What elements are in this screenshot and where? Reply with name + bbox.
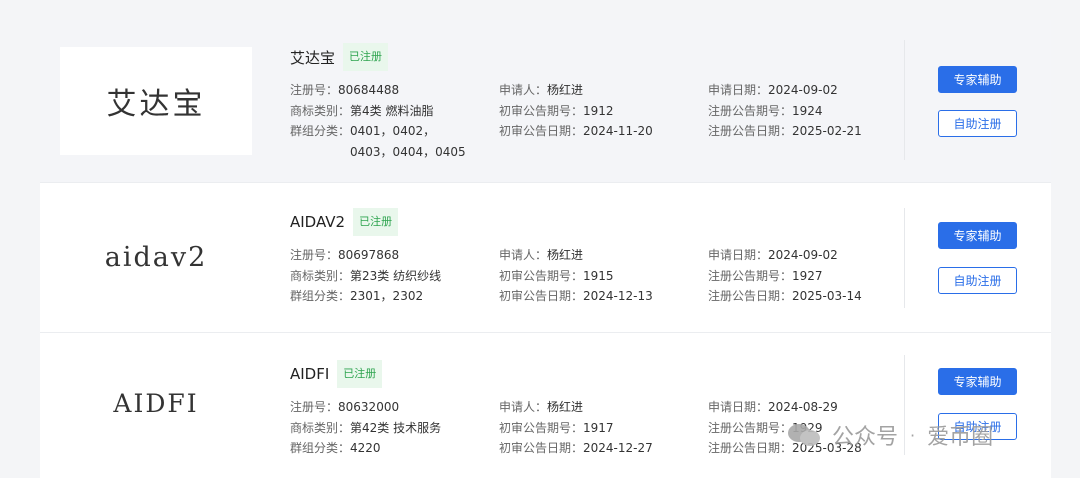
- reg-no-field: 注册号：80684488: [290, 83, 400, 97]
- group-field: 群组分类： 4220: [290, 441, 381, 456]
- apply-date-field: 申请日期：2024-08-29: [708, 400, 838, 414]
- applicant-field: 申请人：杨红进: [499, 83, 584, 97]
- trademark-name[interactable]: AIDFI: [290, 365, 329, 383]
- class-field: 商标类别：第42类 技术服务: [290, 420, 442, 435]
- watermark-account: 爱币圈: [927, 425, 994, 450]
- trademark-name[interactable]: 艾达宝: [290, 47, 335, 68]
- trademark-info: AIDAV2 已注册 注册号：80697868 申请人：杨红进 申请日期：202…: [290, 207, 908, 307]
- prelim-date-field: 初审公告日期：2024-12-27: [499, 441, 653, 456]
- apply-date-field: 申请日期：2024-09-02: [708, 83, 838, 97]
- prelim-date-field: 初审公告日期：2024-11-20: [499, 124, 653, 139]
- watermark-separator: ·: [910, 425, 916, 445]
- trademark-list: 艾达宝 艾达宝 已注册 注册号：80684488 申请人：杨红进 申请日期：20…: [40, 20, 1051, 478]
- divider: [904, 208, 905, 308]
- group-field: 群组分类： 0401，0402，0403，0404，0405: [290, 124, 466, 159]
- trademark-logo: 艾达宝: [60, 47, 252, 155]
- reg-no-field: 注册号：80697868: [290, 248, 400, 262]
- trademark-name[interactable]: AIDAV2: [290, 213, 345, 231]
- status-badge: 已注册: [353, 208, 399, 236]
- divider: [904, 40, 905, 160]
- reg-pub-date-field: 注册公告日期：2025-02-21: [708, 124, 862, 139]
- prelim-no-field: 初审公告期号：1917: [499, 420, 614, 435]
- self-register-button[interactable]: 自助注册: [938, 110, 1017, 137]
- trademark-logo: aidav2: [60, 203, 252, 311]
- wechat-icon: [788, 422, 822, 448]
- status-badge: 已注册: [337, 360, 383, 388]
- reg-pub-no-field: 注册公告期号：1927: [708, 268, 823, 283]
- group-field: 群组分类： 2301，2302: [290, 289, 424, 304]
- expert-assist-button[interactable]: 专家辅助: [938, 368, 1017, 395]
- watermark: 公众号 · 爱币圈: [788, 418, 993, 452]
- reg-no-field: 注册号：80632000: [290, 400, 400, 414]
- trademark-info: 艾达宝 已注册 注册号：80684488 申请人：杨红进 申请日期：2024-0…: [290, 42, 908, 162]
- trademark-card[interactable]: aidav2 AIDAV2 已注册 注册号：80697868 申请人：杨红进 申…: [40, 183, 1051, 333]
- status-badge: 已注册: [343, 43, 389, 71]
- prelim-no-field: 初审公告期号：1912: [499, 103, 614, 118]
- trademark-card[interactable]: AIDFI AIDFI 已注册 注册号：80632000 申请人：杨红进 申请日…: [40, 333, 1051, 478]
- prelim-no-field: 初审公告期号：1915: [499, 268, 614, 283]
- trademark-card[interactable]: 艾达宝 艾达宝 已注册 注册号：80684488 申请人：杨红进 申请日期：20…: [40, 20, 1051, 183]
- self-register-button[interactable]: 自助注册: [938, 267, 1017, 294]
- reg-pub-date-field: 注册公告日期：2025-03-14: [708, 289, 862, 304]
- trademark-logo: AIDFI: [60, 349, 252, 457]
- applicant-field: 申请人：杨红进: [499, 400, 584, 414]
- expert-assist-button[interactable]: 专家辅助: [938, 66, 1017, 93]
- class-field: 商标类别：第4类 燃料油脂: [290, 103, 434, 118]
- watermark-text: 公众号: [832, 425, 899, 450]
- reg-pub-no-field: 注册公告期号：1924: [708, 103, 823, 118]
- prelim-date-field: 初审公告日期：2024-12-13: [499, 289, 653, 304]
- class-field: 商标类别：第23类 纺织纱线: [290, 268, 442, 283]
- apply-date-field: 申请日期：2024-09-02: [708, 248, 838, 262]
- expert-assist-button[interactable]: 专家辅助: [938, 222, 1017, 249]
- applicant-field: 申请人：杨红进: [499, 248, 584, 262]
